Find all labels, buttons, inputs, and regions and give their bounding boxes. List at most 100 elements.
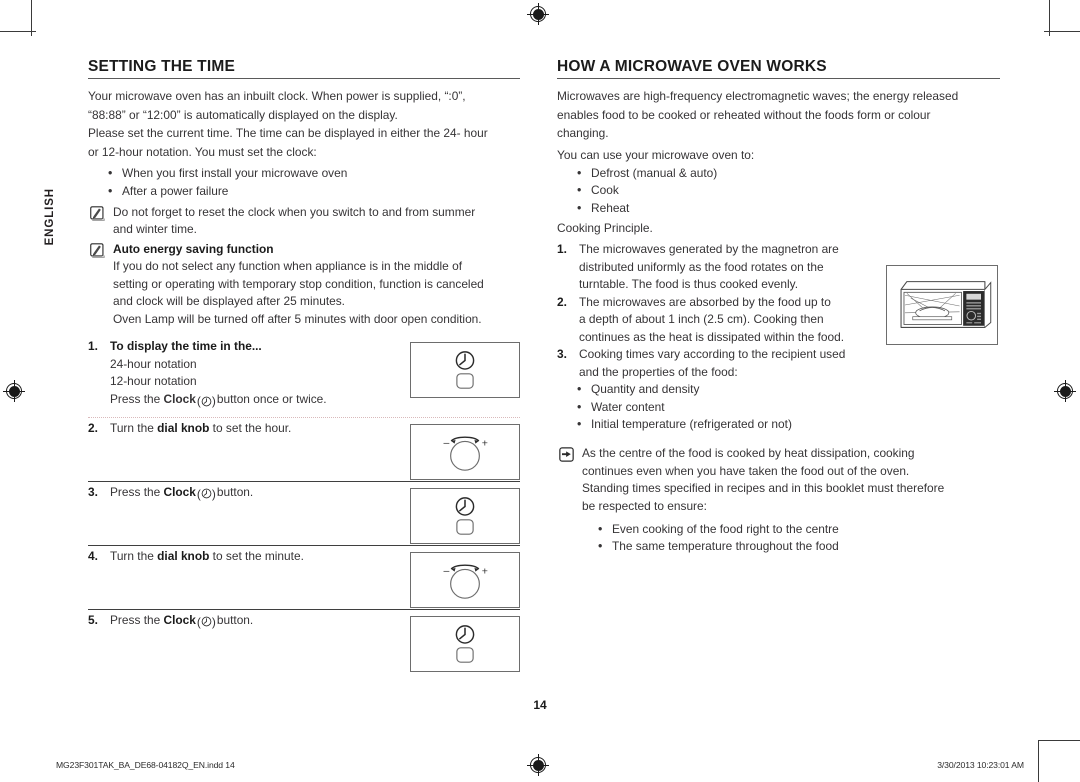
note-line: be respected to ensure: [582,498,707,513]
item-number: 1. [557,242,567,257]
step-subline-clock: Press the Clock()button once or twice. [88,391,413,411]
note-line: Do not forget to reset the clock when yo… [113,204,476,219]
step-text-post: to set the hour. [209,420,292,435]
intro-line: Microwaves are high-frequency electromag… [557,89,959,104]
footer-file-name: MG23F301TAK_BA_DE68-04182Q_EN.indd 14 [56,760,235,770]
use-lead-text: You can use your microwave oven to: [557,147,755,162]
step-text-pre: Press the [110,392,164,407]
item-number: 3. [557,347,567,362]
note-block-auto-energy-saving: Auto energy saving function If you do no… [88,241,520,329]
illustration-panel-clock-button [410,487,520,544]
cooking-principle-lead: Cooking Principle. [557,220,653,235]
note-line: Oven Lamp will be turned off after 5 min… [113,311,482,326]
clock-button-icon: () [196,394,216,409]
section-title-how-a-microwave-oven-works: HOW A MICROWAVE OVEN WORKS [557,58,1000,80]
item-line: turntable. The food is thus cooked evenl… [579,277,799,292]
item-line: Cooking times vary according to the reci… [579,347,846,362]
item-line: distributed uniformly as the food rotate… [579,259,824,274]
intro-line: or 12-hour notation. You must set the cl… [88,144,317,159]
item-line: continues as the heat is dissipated with… [579,329,845,344]
pointing-hand-icon [559,447,574,462]
step-text-bold: Clock [163,392,196,407]
illustration-panel-clock-button [410,615,520,672]
list-item: Defrost (manual & auto) [557,164,1000,182]
note-block-standing-times: As the centre of the food is cooked by h… [557,445,1000,556]
crop-mark-bottom-right-v [1038,740,1039,782]
language-side-tab: ENGLISH [44,188,56,246]
step-text-pre: Press the [110,484,164,499]
intro-line: Please set the current time. The time ca… [88,126,488,141]
step-text-post: button. [216,484,254,499]
svg-text:+: + [482,565,488,577]
use-bullet-list: Defrost (manual & auto) Cook Reheat [557,164,1000,217]
step-row: 4. Turn the dial knob to set the minute.… [88,546,520,610]
microwave-oven-illustration [886,265,998,345]
standing-time-bullet-list: Even cooking of the food right to the ce… [578,520,1000,556]
note-block-daylight-saving: Do not forget to reset the clock when yo… [88,204,520,239]
list-item: Water content [557,398,1000,416]
svg-text:+: + [482,437,488,449]
svg-text:–: – [443,564,449,576]
step-row: 1. To display the time in the... 24-hour… [88,336,520,418]
step-text: To display the time in the... [110,339,262,354]
registration-mark-icon-right [1054,380,1076,402]
intro-line: changing. [557,126,609,141]
list-item: After a power failure [88,182,520,201]
note-line: and winter time. [113,222,197,237]
setting-time-steps: 1. To display the time in the... 24-hour… [88,336,520,673]
step-number: 3. [88,484,98,499]
step-subline: 12-hour notation [110,374,197,389]
step-number: 2. [88,420,98,435]
clock-button-icon: () [196,614,216,629]
left-column: SETTING THE TIME Your microwave oven has… [88,58,520,674]
note-line: continues even when you have taken the f… [582,463,910,478]
list-item: Cook [557,181,1000,199]
item-line: The microwaves are absorbed by the food … [579,294,831,309]
item-line: and the properties of the food: [579,364,738,379]
intro-line: Your microwave oven has an inbuilt clock… [88,89,466,104]
step-text-pre: Press the [110,612,164,627]
footer-timestamp: 3/30/2013 10:23:01 AM [937,760,1024,770]
food-properties-bullet-list: Quantity and density Water content Initi… [557,380,1000,433]
step-text-post: button once or twice. [216,392,327,407]
intro-bullet-list: When you first install your microwave ov… [88,164,520,201]
step-number: 5. [88,612,98,627]
item-number: 2. [557,294,567,309]
step-text-bold: dial knob [157,548,210,563]
list-item: Initial temperature (refrigerated or not… [557,415,1000,433]
step-text-bold: Clock [163,612,196,627]
crop-mark-bottom-right-h [1038,740,1080,741]
step-subline: 24-hour notation [110,356,197,371]
note-line: Standing times specified in recipes and … [582,481,945,496]
step-text-bold: Clock [163,484,196,499]
step-row: 3. Press the Clock()button. [88,482,520,546]
document-page: ENGLISH SETTING THE TIME Your microwave … [0,0,1080,782]
clock-button-icon: () [196,486,216,501]
page-number: 14 [533,698,547,712]
note-title: Auto energy saving function [113,241,274,256]
step-text-pre: Turn the [110,548,158,563]
step-number: 1. [88,339,98,354]
step-text-post: to set the minute. [209,548,304,563]
list-item: Reheat [557,199,1000,217]
item-line: The microwaves generated by the magnetro… [579,242,839,257]
item-line: a depth of about 1 inch (2.5 cm). Cookin… [579,312,824,327]
step-text-bold: dial knob [157,420,210,435]
step-number: 4. [88,548,98,563]
list-item: The same temperature throughout the food [578,537,1000,555]
list-item: Even cooking of the food right to the ce… [578,520,1000,538]
list-item: When you first install your microwave ov… [88,164,520,183]
registration-mark-icon-top [527,3,549,25]
svg-text:–: – [443,436,449,448]
step-text-pre: Turn the [110,420,158,435]
step-row: 5. Press the Clock()button. [88,610,520,674]
note-line: setting or operating with temporary stop… [113,276,484,291]
registration-mark-icon-bottom [527,754,549,776]
step-text-post: button. [216,612,254,627]
illustration-panel-dial-knob: – + [410,551,520,608]
registration-mark-icon-left [3,380,25,402]
intro-line: “88:88” or “12:00” is automatically disp… [88,107,398,122]
note-line: and clock will be displayed after 25 min… [113,294,345,309]
illustration-panel-dial-knob: – + [410,423,520,480]
section-title-setting-the-time: SETTING THE TIME [88,58,520,80]
